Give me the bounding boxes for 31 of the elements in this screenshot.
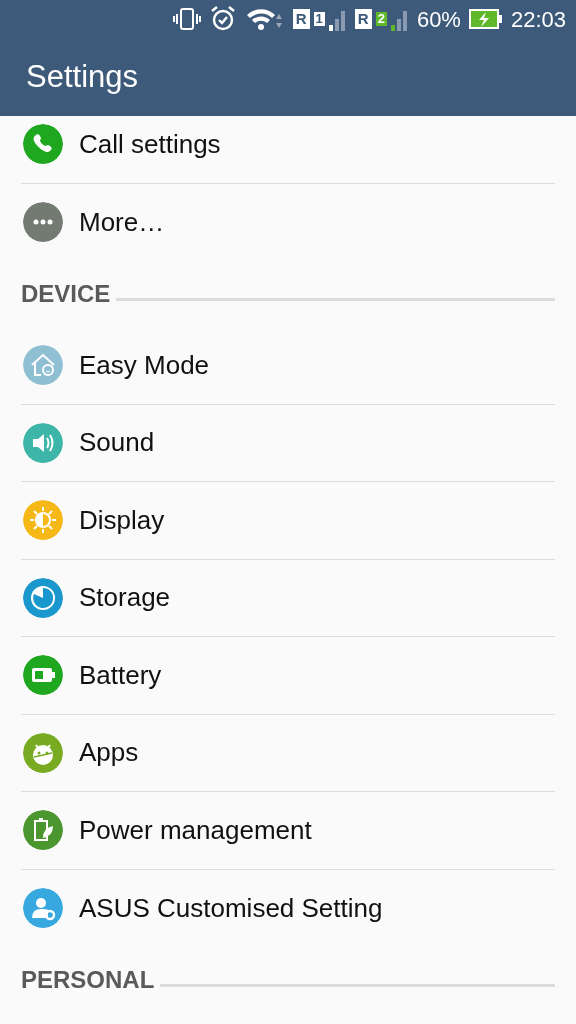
settings-item[interactable]: ASUS Customised Setting: [21, 869, 555, 947]
settings-item[interactable]: Apps: [21, 714, 555, 792]
item-label: Storage: [79, 581, 171, 615]
settings-item[interactable]: Easy Mode: [21, 327, 555, 405]
sim-slot-number: 1: [313, 12, 325, 26]
app-bar-title: Settings: [26, 57, 138, 96]
item-label: Call settings: [79, 127, 221, 161]
section-header: PERSONAL: [21, 965, 155, 995]
item-label: Battery: [79, 658, 162, 692]
item-label: More…: [79, 205, 165, 239]
item-label: Display: [79, 503, 165, 537]
roaming-badge: R: [292, 9, 310, 29]
settings-item[interactable]: Storage: [21, 559, 555, 637]
item-label: Power management: [79, 813, 312, 847]
item-label: ASUS Customised Setting: [79, 891, 383, 925]
settings-item[interactable]: Battery: [21, 637, 555, 715]
battery-charging-icon: [468, 9, 503, 29]
clock-time: 22:03: [510, 5, 566, 34]
section-header: DEVICE: [21, 279, 111, 309]
sim-slot-number: 2: [375, 12, 387, 26]
settings-item[interactable]: Sound: [21, 404, 555, 482]
vibrate-icon: [172, 6, 201, 32]
settings-item[interactable]: Power management: [21, 792, 555, 870]
item-label: Sound: [79, 426, 155, 460]
item-label: Easy Mode: [79, 348, 210, 382]
settings-item[interactable]: More…: [21, 183, 555, 261]
item-label: Apps: [79, 736, 139, 770]
battery-percent: 60%: [416, 5, 461, 34]
settings-item[interactable]: Call settings: [21, 116, 555, 184]
roaming-badge: R: [354, 9, 372, 29]
settings-item[interactable]: Display: [21, 482, 555, 560]
